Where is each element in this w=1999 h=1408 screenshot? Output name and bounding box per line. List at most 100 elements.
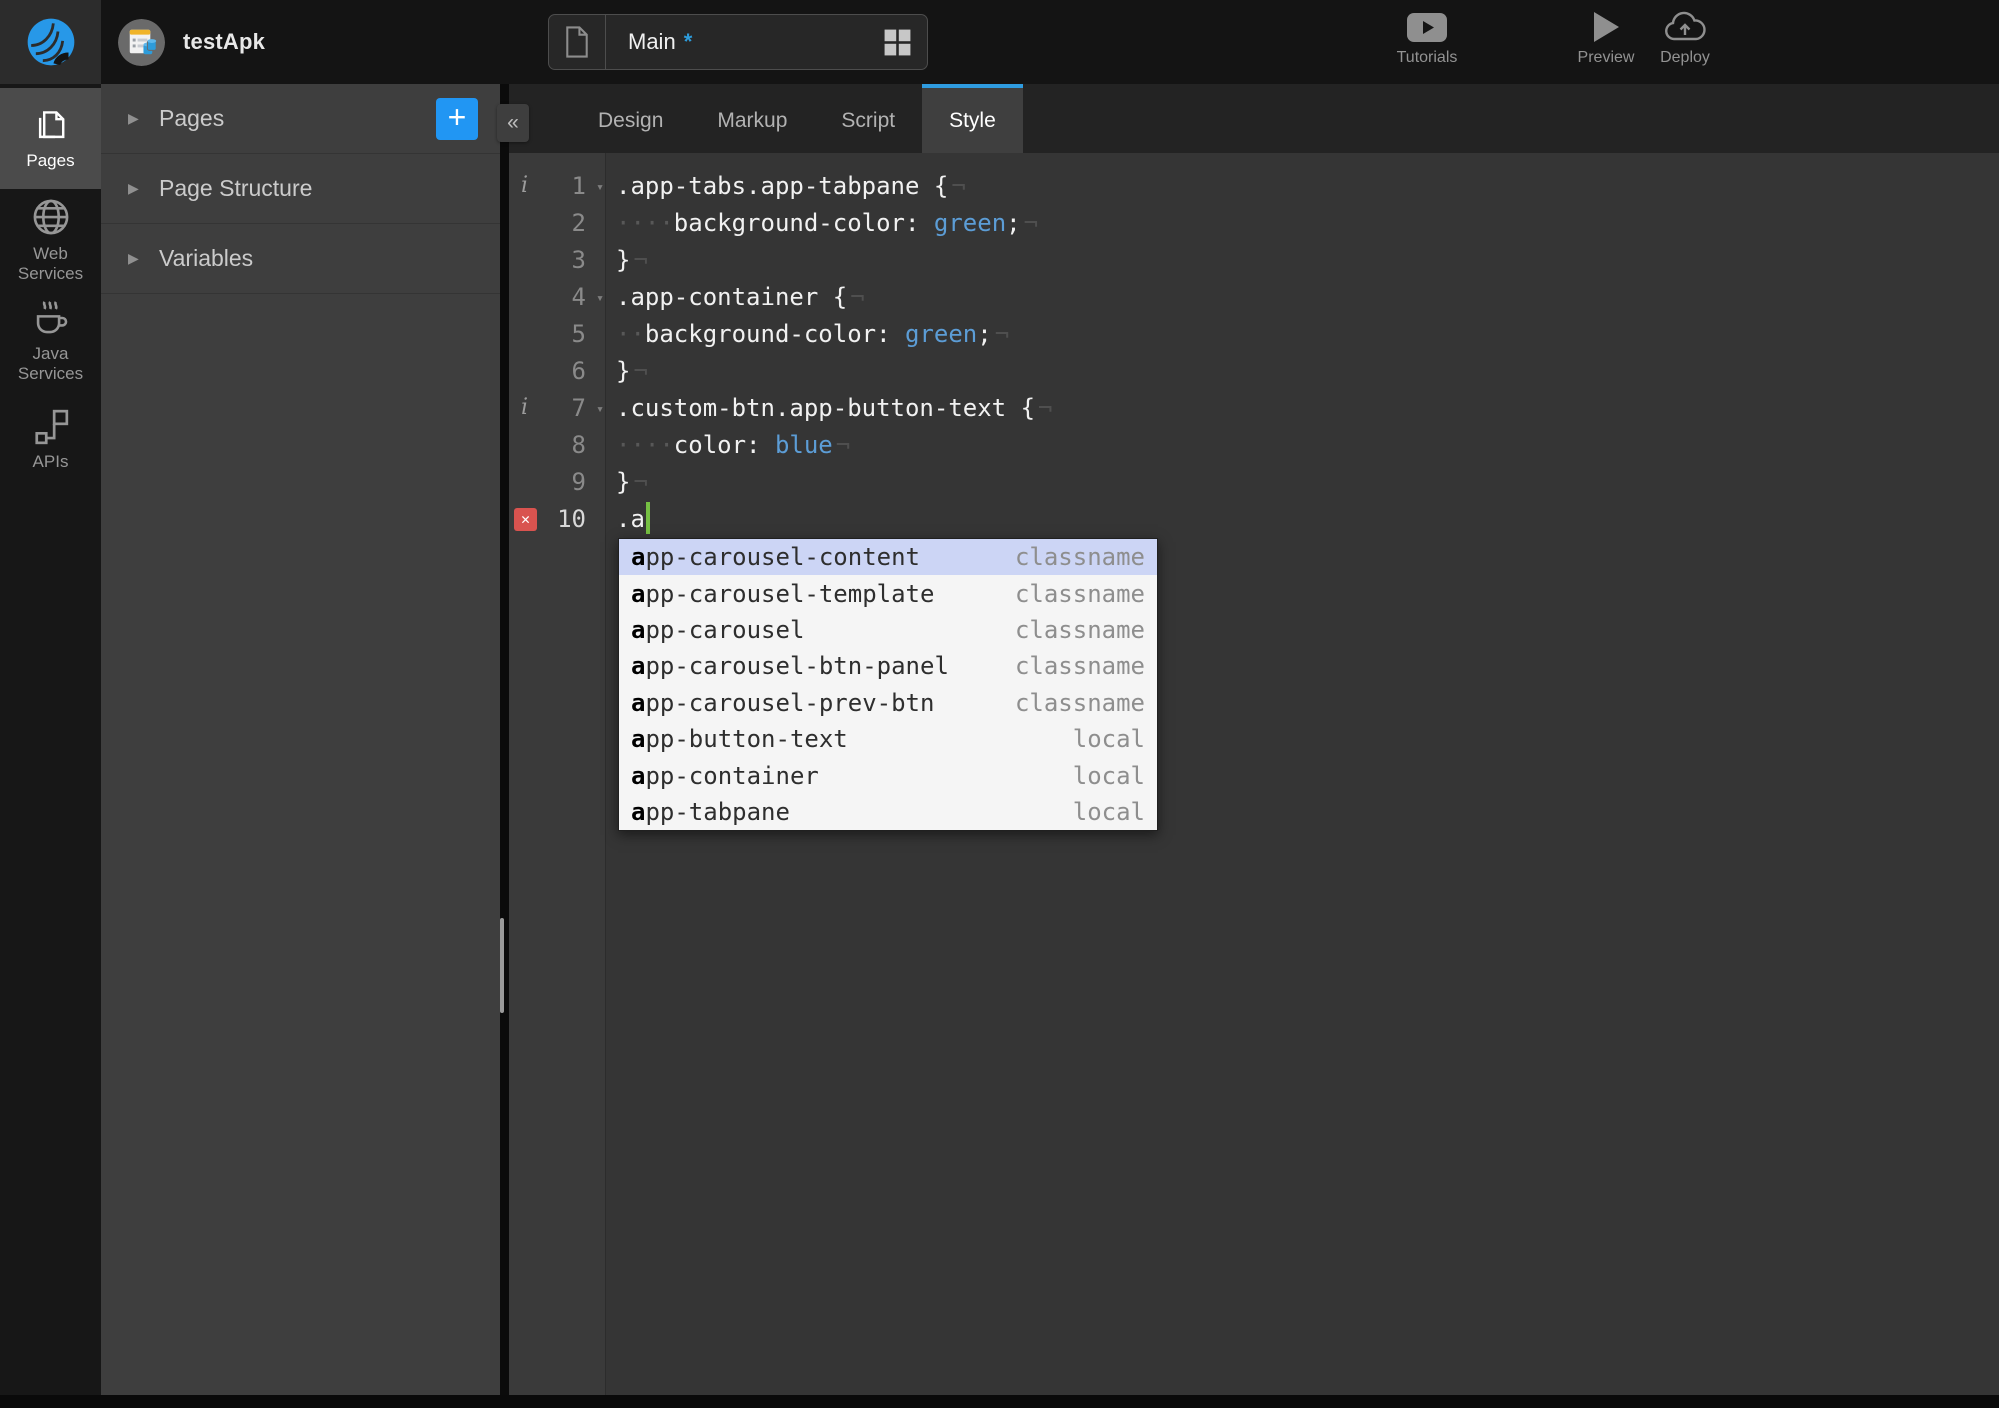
error-icon: ✕: [514, 508, 537, 531]
add-page-button[interactable]: +: [436, 98, 478, 140]
code-text[interactable]: } ¬: [606, 464, 648, 501]
code-text[interactable]: ····background-color: green; ¬: [606, 205, 1038, 242]
code-token: background-color:: [673, 209, 934, 237]
code-token: color:: [673, 431, 775, 459]
grid-icon[interactable]: [882, 27, 913, 58]
eol-marker: ¬: [951, 172, 966, 200]
fold-caret-icon[interactable]: ▾: [596, 168, 604, 205]
section-label: Pages: [159, 105, 225, 131]
suggestion-kind: classname: [1014, 615, 1145, 644]
rail-item-web-services[interactable]: Web Services: [0, 196, 101, 284]
coffee-icon: [30, 298, 72, 338]
gutter-cell: 5: [509, 316, 606, 353]
autocomplete-item[interactable]: app-carousel-template classname: [619, 575, 1157, 611]
deploy-button[interactable]: Deploy: [1644, 8, 1726, 78]
tutorials-label: Tutorials: [1396, 49, 1458, 66]
gutter-cell: i 7 ▾: [509, 390, 606, 427]
code-line-3[interactable]: 3} ¬: [509, 242, 1999, 279]
code-line-8[interactable]: 8 ····color: blue ¬: [509, 427, 1999, 464]
app-window: testApk Main * Tutorials Preview Deploy Pa…: [0, 0, 1999, 1408]
tab-script[interactable]: Script: [814, 84, 922, 153]
code-line-2[interactable]: 2 ····background-color: green; ¬: [509, 205, 1999, 242]
left-rail: Pages Web Services Java Services APIs: [0, 84, 101, 1395]
tab-markup[interactable]: Markup: [690, 84, 814, 153]
panel-section-pages[interactable]: ▶ Pages +: [101, 84, 500, 154]
code-token: .a: [616, 505, 645, 533]
indent-whitespace: ··: [616, 320, 645, 348]
code-text[interactable]: } ¬: [606, 242, 648, 279]
code-token: }: [616, 357, 631, 385]
code-text[interactable]: ····color: blue ¬: [606, 427, 850, 464]
cloud-upload-icon: [1663, 8, 1707, 46]
code-line-5[interactable]: 5 ··background-color: green; ¬: [509, 316, 1999, 353]
css-value-token: green: [933, 209, 1007, 237]
rail-item-label: APIs: [32, 452, 69, 471]
autocomplete-item[interactable]: app-carousel-btn-panel classname: [619, 648, 1157, 684]
code-line-4[interactable]: 4 ▾ .app-container {¬: [509, 279, 1999, 316]
tab-design[interactable]: Design: [571, 84, 690, 153]
code-line-10[interactable]: ✕ 10 .a: [509, 501, 1999, 538]
code-text[interactable]: ··background-color: green; ¬: [606, 316, 1009, 353]
autocomplete-item[interactable]: app-container local: [619, 757, 1157, 793]
code-lines: i 1 ▾ .app-tabs.app-tabpane {¬ 2 ····backgrou…: [509, 168, 1999, 538]
gutter-cell: 3: [509, 242, 606, 279]
eol-marker: ¬: [633, 357, 648, 385]
line-number: 1: [571, 172, 586, 200]
page-tab-main[interactable]: Main *: [548, 14, 928, 70]
indent-whitespace: ····: [616, 209, 674, 237]
code-token: .app-tabs.app-tabpane {: [616, 172, 949, 200]
code-token: .custom-btn.app-button-text {: [616, 394, 1036, 422]
panel-section-variables[interactable]: ▶ Variables: [101, 224, 500, 294]
line-number: 5: [571, 320, 586, 348]
indent-whitespace: ····: [616, 431, 674, 459]
project-name: testApk: [183, 29, 266, 54]
section-caret-icon[interactable]: ▶: [128, 180, 139, 197]
collapse-panel-icon[interactable]: «: [497, 104, 529, 142]
code-text[interactable]: .app-tabs.app-tabpane {¬: [606, 168, 966, 205]
suggestion-kind: local: [1072, 797, 1145, 826]
tab-style[interactable]: Style: [922, 84, 1023, 153]
code-text[interactable]: .custom-btn.app-button-text {¬: [606, 390, 1052, 427]
topbar: testApk Main * Tutorials Preview Deploy: [0, 0, 1999, 84]
autocomplete-item[interactable]: app-carousel-content classname: [619, 539, 1157, 576]
app-logo-button[interactable]: [0, 0, 101, 84]
code-text[interactable]: .a: [606, 501, 650, 538]
section-caret-icon[interactable]: ▶: [128, 250, 139, 267]
code-line-9[interactable]: 9 } ¬: [509, 464, 1999, 501]
eol-marker: ¬: [1038, 394, 1053, 422]
panel-section-page-structure[interactable]: ▶ Page Structure: [101, 154, 500, 224]
code-line-6[interactable]: 6} ¬: [509, 353, 1999, 390]
line-number: 7: [571, 394, 586, 422]
rail-item-java-services[interactable]: Java Services: [0, 297, 101, 385]
suggestion-name: app-carousel-content: [631, 543, 920, 572]
code-token: .app-container {: [616, 283, 848, 311]
rail-item-apis[interactable]: APIs: [0, 409, 101, 471]
suggestion-name: app-carousel-btn-panel: [631, 652, 949, 681]
code-text[interactable]: .app-container {¬: [606, 279, 865, 316]
autocomplete-item[interactable]: app-carousel classname: [619, 612, 1157, 648]
project-avatar-icon: [118, 18, 165, 66]
autocomplete-item[interactable]: app-button-text local: [619, 721, 1157, 757]
code-token: background-color:: [644, 320, 905, 348]
rail-item-pages[interactable]: Pages: [0, 88, 101, 189]
section-caret-icon[interactable]: ▶: [128, 110, 139, 127]
tutorials-button[interactable]: Tutorials: [1371, 8, 1483, 78]
panel-splitter[interactable]: [500, 84, 509, 1395]
eol-marker: ¬: [633, 246, 648, 274]
gutter-cell: i 1 ▾: [509, 168, 606, 205]
panel-scrollbar-thumb[interactable]: [500, 918, 504, 1013]
fold-caret-icon[interactable]: ▾: [596, 390, 604, 427]
line-number: 9: [571, 468, 586, 496]
code-line-7[interactable]: i 7 ▾ .custom-btn.app-button-text {¬: [509, 390, 1999, 427]
code-text[interactable]: } ¬: [606, 353, 648, 390]
autocomplete-item[interactable]: app-tabpane local: [619, 794, 1157, 830]
pages-icon: [32, 107, 70, 145]
fold-caret-icon[interactable]: ▾: [596, 279, 604, 316]
line-number: 4: [571, 283, 586, 311]
code-line-1[interactable]: i 1 ▾ .app-tabs.app-tabpane {¬: [509, 168, 1999, 205]
unsaved-changes-marker: *: [683, 29, 693, 54]
suggestion-kind: classname: [1014, 652, 1145, 681]
preview-button[interactable]: Preview: [1565, 8, 1647, 78]
autocomplete-item[interactable]: app-carousel-prev-btn classname: [619, 685, 1157, 721]
project-info[interactable]: testApk: [118, 0, 265, 84]
